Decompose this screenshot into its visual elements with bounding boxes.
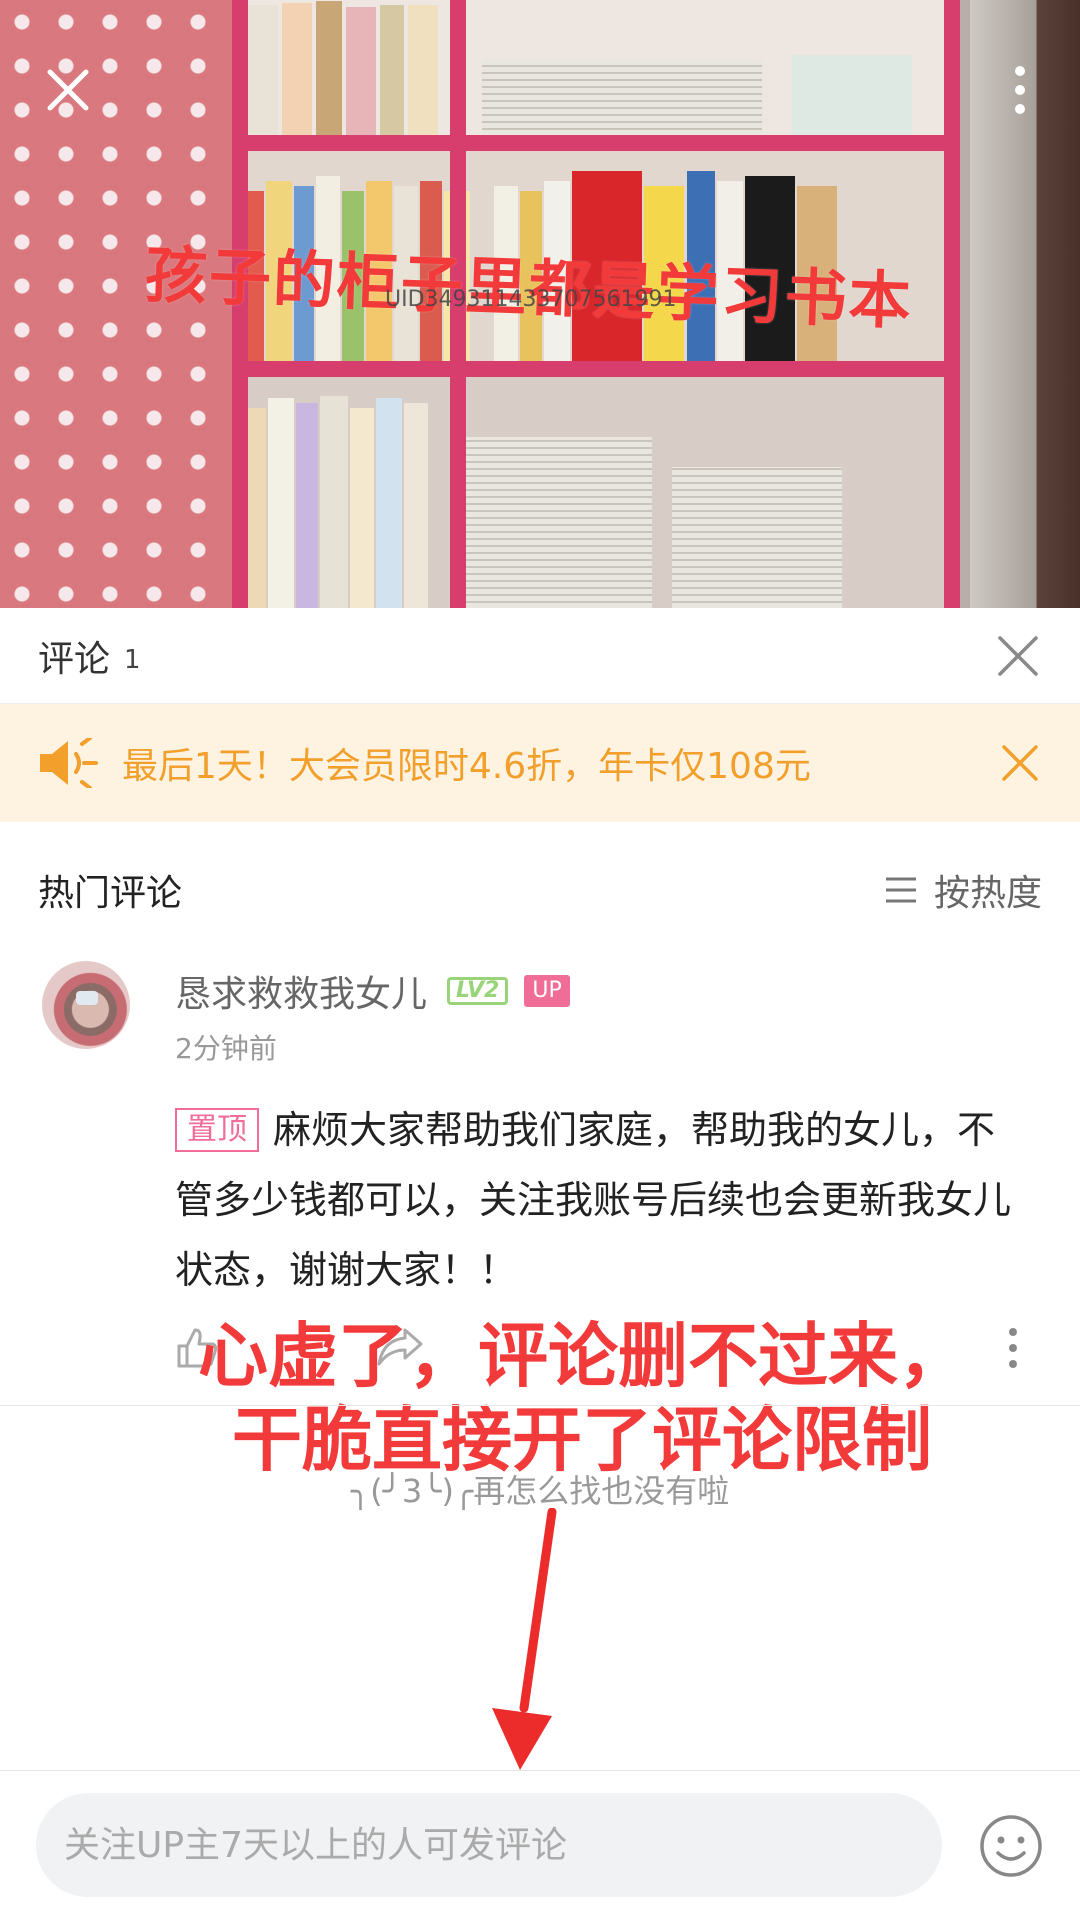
comment-user-row: 恳求救救我女儿 LV2 UP: [175, 965, 570, 1017]
comment-count: 1: [124, 644, 141, 675]
uid-watermark: UID349311433707561991: [385, 287, 677, 312]
close-panel-button[interactable]: [996, 634, 1040, 678]
section-title: 热门评论: [38, 873, 183, 914]
comment-panel-header: 评论 1: [0, 608, 1080, 704]
page: 孩子的柜子里都是学习书本 UID349311433707561991 评论 1: [0, 0, 1080, 1920]
close-icon: [47, 69, 89, 111]
list-icon: [885, 877, 916, 903]
comment-input-bar: [0, 1770, 1080, 1920]
sort-by-hot-button[interactable]: 按热度: [884, 864, 1042, 916]
speaker-icon: [40, 738, 98, 788]
video-player[interactable]: 孩子的柜子里都是学习书本 UID349311433707561991: [0, 0, 1080, 608]
avatar[interactable]: [42, 961, 130, 1049]
emoji-icon[interactable]: [978, 1813, 1044, 1879]
comment-time: 2分钟前: [175, 1032, 277, 1065]
more-vertical-icon[interactable]: [1007, 1326, 1019, 1370]
panel-title: 评论: [38, 638, 111, 680]
comment-text-block: 置顶 麻烦大家帮助我们家庭，帮助我的女儿，不管多少钱都可以，关注我账号后续也会更新…: [175, 1095, 1025, 1305]
more-options-button[interactable]: [988, 58, 1052, 122]
red-arrow-annotation: [492, 1508, 557, 1770]
divider: [0, 1405, 1080, 1406]
end-of-comments-text: ╮(╯3╰)╭再怎么找也没有啦: [350, 1472, 730, 1510]
comment-input[interactable]: [36, 1793, 942, 1897]
close-video-button[interactable]: [36, 58, 100, 122]
pinned-tag: 置顶: [175, 1108, 259, 1152]
promo-text: 最后1天！大会员限时4.6折，年卡仅108元: [122, 746, 811, 787]
username[interactable]: 恳求救救我女儿: [175, 965, 427, 1017]
more-vertical-icon: [1015, 66, 1025, 114]
hot-comments-header: 热门评论 按热度: [0, 860, 1080, 920]
level-badge: LV2: [447, 977, 509, 1005]
close-icon: [998, 636, 1038, 676]
up-badge: UP: [524, 975, 570, 1007]
vip-promo-banner[interactable]: 最后1天！大会员限时4.6折，年卡仅108元: [0, 704, 1080, 822]
close-promo-icon[interactable]: [998, 741, 1042, 785]
sort-label: 按热度: [933, 873, 1042, 914]
comment-text: 麻烦大家帮助我们家庭，帮助我的女儿，不管多少钱都可以，关注我账号后续也会更新我女…: [175, 1108, 1012, 1292]
